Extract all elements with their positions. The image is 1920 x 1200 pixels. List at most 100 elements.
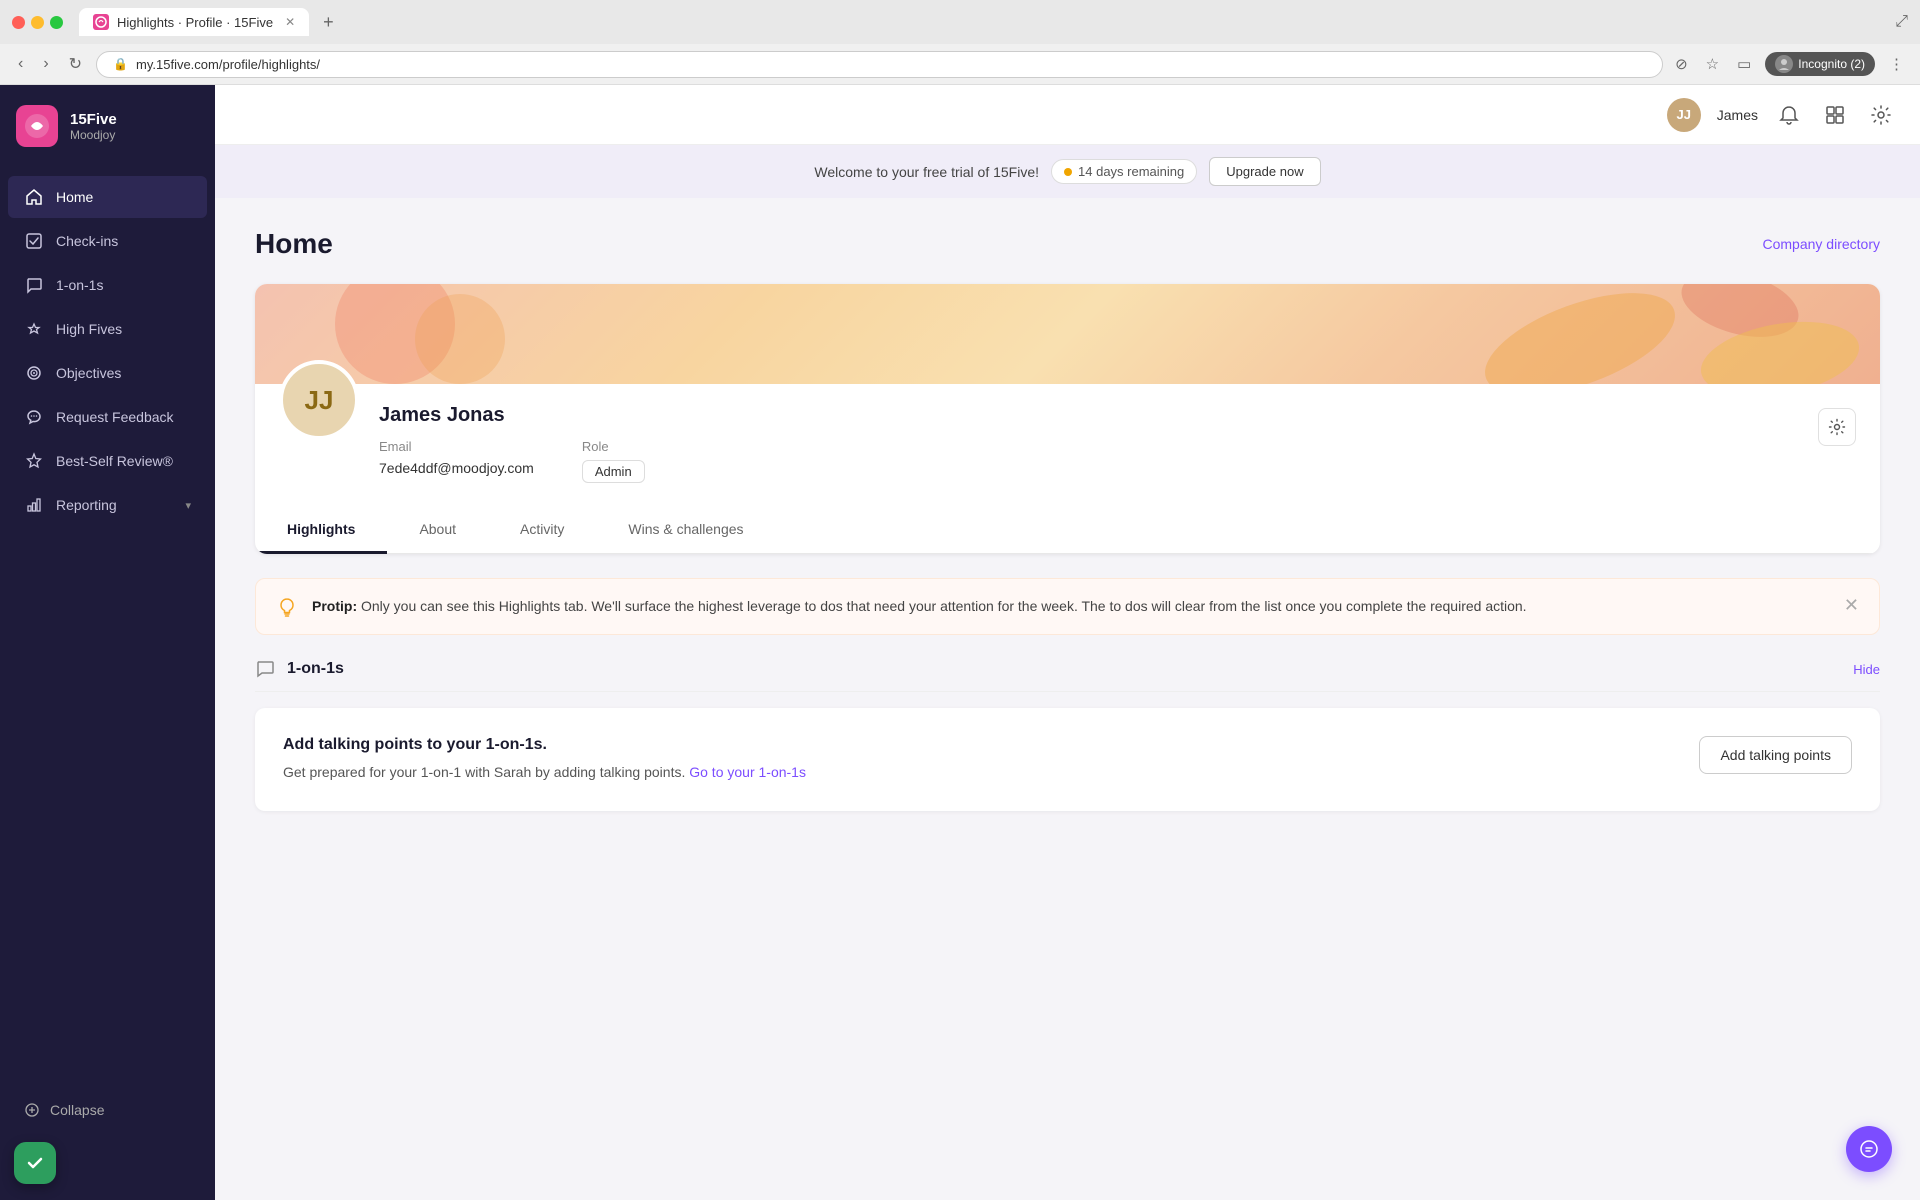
protip-banner: Protip: Only you can see this Highlights… <box>255 578 1880 635</box>
page-title: Home <box>255 228 333 260</box>
reload-btn[interactable]: ↻ <box>63 50 88 78</box>
avatar-initials: JJ <box>1677 107 1691 122</box>
browser-dots <box>12 16 63 29</box>
one-on-one-card-title: Add talking points to your 1-on-1s. <box>283 736 806 754</box>
bookmark-btn[interactable]: ☆ <box>1702 51 1723 77</box>
checkins-icon <box>24 231 44 251</box>
avatar: JJ <box>1667 98 1701 132</box>
email-field-group: Email 7ede4ddf@moodjoy.com <box>379 439 534 483</box>
trial-banner: Welcome to your free trial of 15Five! 14… <box>215 145 1920 198</box>
incognito-icon <box>1775 55 1793 73</box>
protip-text: Protip: Only you can see this Highlights… <box>312 595 1830 617</box>
brand-logo <box>16 105 58 147</box>
brand-text: 15Five Moodjoy <box>70 111 117 142</box>
reporting-icon <box>24 495 44 515</box>
protip-close-btn[interactable]: ✕ <box>1844 595 1859 616</box>
sidebar-item-review[interactable]: Best-Self Review® <box>8 440 207 482</box>
more-btn[interactable]: ⋮ <box>1885 51 1908 77</box>
sidebar-item-feedback[interactable]: Request Feedback <box>8 396 207 438</box>
one-on-one-card: Add talking points to your 1-on-1s. Get … <box>255 708 1880 811</box>
trial-welcome-text: Welcome to your free trial of 15Five! <box>814 164 1039 180</box>
sidebar-item-label-1on1s: 1-on-1s <box>56 277 103 293</box>
lock-icon: 🔒 <box>113 57 128 71</box>
section-title-row: 1-on-1s <box>255 659 344 679</box>
sidebar-item-label-feedback: Request Feedback <box>56 409 174 425</box>
sidebar-nav: Home Check-ins 1-on-1s Hig <box>0 167 215 1078</box>
protip-body: Only you can see this Highlights tab. We… <box>357 598 1526 614</box>
browser-tab[interactable]: Highlights · Profile · 15Five ✕ <box>79 8 309 36</box>
sidebar-item-label-review: Best-Self Review® <box>56 453 173 469</box>
forward-btn[interactable]: › <box>37 51 54 77</box>
back-btn[interactable]: ‹ <box>12 51 29 77</box>
incognito-badge: Incognito (2) <box>1765 52 1875 76</box>
sidebar-item-objectives[interactable]: Objectives <box>8 352 207 394</box>
extension-btn[interactable]: ⊘ <box>1671 51 1692 77</box>
sidebar-brand: 15Five Moodjoy <box>0 85 215 167</box>
one-on-one-section: 1-on-1s Hide Add talking points to your … <box>255 659 1880 811</box>
role-badge: Admin <box>582 460 645 483</box>
dot-green[interactable] <box>50 16 63 29</box>
one-on-one-text: Add talking points to your 1-on-1s. Get … <box>283 736 806 783</box>
page-content: Home Company directory JJ <box>215 198 1920 1200</box>
sidebar-item-highfives[interactable]: High Fives <box>8 308 207 350</box>
section-title: 1-on-1s <box>287 660 344 678</box>
floating-check-btn[interactable] <box>14 1142 56 1184</box>
collapse-label: Collapse <box>50 1102 104 1118</box>
brand-sub: Moodjoy <box>70 128 117 142</box>
sidebar-bottom: Collapse <box>0 1078 215 1142</box>
collapse-btn[interactable]: Collapse <box>16 1094 199 1126</box>
sidebar-item-reporting[interactable]: Reporting ▾ <box>8 484 207 526</box>
role-field-group: Role Admin <box>582 439 645 483</box>
tab-favicon <box>93 14 109 30</box>
objectives-icon <box>24 363 44 383</box>
company-directory-link[interactable]: Company directory <box>1763 236 1881 252</box>
address-bar[interactable]: 🔒 my.15five.com/profile/highlights/ <box>96 51 1663 78</box>
tab-close-btn[interactable]: ✕ <box>285 15 295 29</box>
tab-about[interactable]: About <box>387 507 488 554</box>
sidebar-item-label-highfives: High Fives <box>56 321 122 337</box>
new-tab-btn[interactable]: + <box>323 12 334 33</box>
chat-support-btn[interactable] <box>1846 1126 1892 1172</box>
profile-tabs: Highlights About Activity Wins & challen… <box>255 507 1880 554</box>
sidebar-item-label-home: Home <box>56 189 93 205</box>
banner-decor <box>255 284 1880 384</box>
tab-activity[interactable]: Activity <box>488 507 596 554</box>
tab-wins-challenges[interactable]: Wins & challenges <box>596 507 775 554</box>
page-header: Home Company directory <box>255 228 1880 260</box>
sidebar-item-label-objectives: Objectives <box>56 365 121 381</box>
sidebar-item-checkins[interactable]: Check-ins <box>8 220 207 262</box>
one-on-one-card-desc: Get prepared for your 1-on-1 with Sarah … <box>283 762 806 783</box>
sidebar: 15Five Moodjoy Home Check-ins <box>0 85 215 1200</box>
home-icon <box>24 187 44 207</box>
sidebar-item-1on1s[interactable]: 1-on-1s <box>8 264 207 306</box>
sidebar-toggle-btn[interactable]: ▭ <box>1733 51 1755 77</box>
section-chat-icon <box>255 659 275 679</box>
notifications-btn[interactable] <box>1774 100 1804 130</box>
tab-highlights[interactable]: Highlights <box>255 507 387 554</box>
profile-fields: Email 7ede4ddf@moodjoy.com Role Admin <box>379 439 1856 483</box>
chat-icon <box>24 275 44 295</box>
upgrade-btn[interactable]: Upgrade now <box>1209 157 1320 186</box>
one-on-one-card-text: Get prepared for your 1-on-1 with Sarah … <box>283 764 689 780</box>
role-label: Role <box>582 439 645 454</box>
one-on-one-link[interactable]: Go to your 1-on-1s <box>689 764 806 780</box>
protip-prefix: Protip: <box>312 598 357 614</box>
dot-yellow[interactable] <box>31 16 44 29</box>
add-talking-points-btn[interactable]: Add talking points <box>1699 736 1852 774</box>
profile-avatar: JJ <box>279 360 359 440</box>
sidebar-item-home[interactable]: Home <box>8 176 207 218</box>
dot-red[interactable] <box>12 16 25 29</box>
hide-link[interactable]: Hide <box>1853 662 1880 677</box>
expand-icon[interactable]: ⤢ <box>1895 13 1908 31</box>
settings-btn[interactable] <box>1866 100 1896 130</box>
highfive-icon <box>24 319 44 339</box>
trial-dot <box>1064 168 1072 176</box>
tab-title: Highlights · Profile · 15Five <box>117 15 273 30</box>
user-name: James <box>1717 107 1758 123</box>
trial-badge: 14 days remaining <box>1051 159 1197 184</box>
app-wrapper: 15Five Moodjoy Home Check-ins <box>0 85 1920 1200</box>
profile-settings-btn[interactable] <box>1818 408 1856 446</box>
email-value: 7ede4ddf@moodjoy.com <box>379 460 534 476</box>
profile-name: James Jonas <box>379 404 1856 427</box>
grid-btn[interactable] <box>1820 100 1850 130</box>
